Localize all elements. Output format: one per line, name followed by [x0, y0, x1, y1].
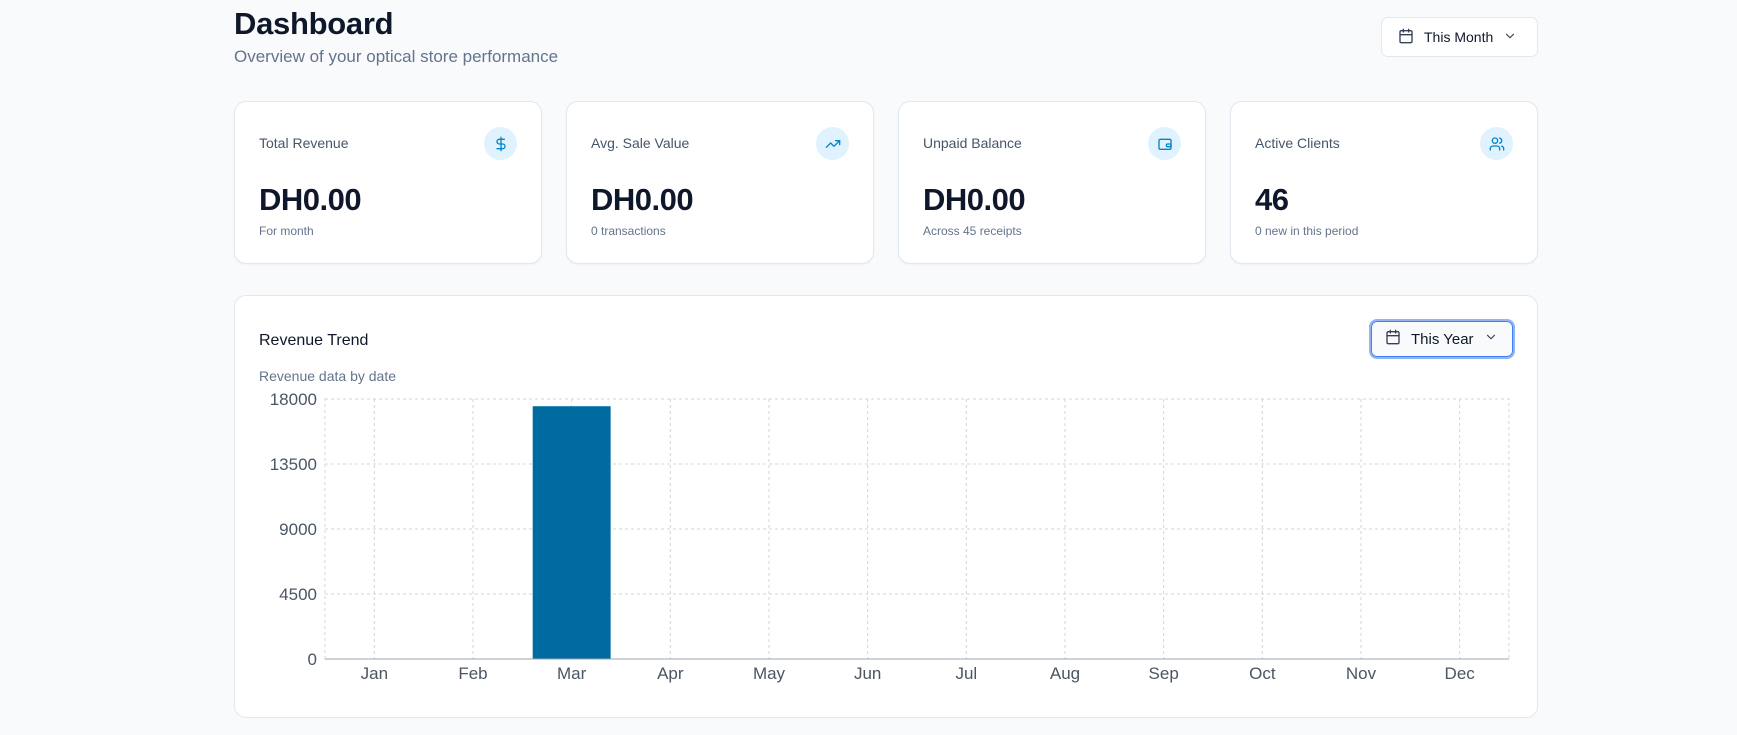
stat-card-note: Across 45 receipts	[923, 224, 1022, 238]
stat-card-value: 46	[1255, 182, 1289, 217]
x-tick-label: Aug	[1050, 664, 1080, 683]
x-tick-label: Oct	[1249, 664, 1276, 683]
users-icon	[1480, 127, 1513, 160]
y-tick-label: 9000	[279, 520, 317, 539]
x-tick-label: May	[753, 664, 786, 683]
chevron-down-icon	[1503, 29, 1517, 46]
x-tick-label: Sep	[1149, 664, 1179, 683]
stat-card-active-clients: Active Clients 46 0 new in this period	[1230, 101, 1538, 264]
x-tick-label: Dec	[1445, 664, 1476, 683]
stat-card-title: Avg. Sale Value	[591, 135, 690, 151]
x-tick-label: Jun	[854, 664, 881, 683]
plot-frame	[324, 398, 1510, 660]
bar-mar	[532, 406, 611, 659]
y-tick-label: 0	[308, 650, 317, 669]
stat-card-note: 0 new in this period	[1255, 224, 1359, 238]
stat-card-value: DH0.00	[591, 182, 694, 217]
stat-card-value: DH0.00	[923, 182, 1026, 217]
x-tick-label: Apr	[657, 664, 684, 683]
stat-card-total-revenue: Total Revenue DH0.00 For month	[234, 101, 542, 264]
stat-card-avg-sale: Avg. Sale Value DH0.00 0 transactions	[566, 101, 874, 264]
revenue-trend-card: Revenue Trend Revenue data by date This …	[234, 295, 1538, 718]
trending-up-icon	[816, 127, 849, 160]
x-tick-label: Jan	[361, 664, 388, 683]
stat-card-title: Unpaid Balance	[923, 135, 1022, 151]
stat-card-title: Total Revenue	[259, 135, 349, 151]
stat-card-value: DH0.00	[259, 182, 362, 217]
stat-card-title: Active Clients	[1255, 135, 1340, 151]
stat-card-unpaid-balance: Unpaid Balance DH0.00 Across 45 receipts	[898, 101, 1206, 264]
y-tick-label: 13500	[270, 455, 317, 474]
x-tick-label: Jul	[955, 664, 977, 683]
y-tick-label: 18000	[270, 390, 317, 409]
wallet-icon	[1148, 127, 1181, 160]
stats-cards: Total Revenue DH0.00 For month Avg. Sale…	[234, 101, 1538, 264]
stat-card-note: 0 transactions	[591, 224, 666, 238]
page-subtitle: Overview of your optical store performan…	[234, 47, 559, 66]
revenue-bar-chart: 0 4500 9000 13500 18000 Jan Feb Mar Apr May Jun Jul…	[270, 390, 1510, 683]
x-tick-label: Nov	[1346, 664, 1377, 683]
dollar-icon	[484, 127, 517, 160]
stat-card-note: For month	[259, 224, 314, 238]
page-title: Dashboard	[234, 6, 394, 41]
period-select-label: This Month	[1424, 29, 1494, 45]
x-tick-label: Mar	[557, 664, 587, 683]
y-tick-label: 4500	[279, 585, 317, 604]
x-tick-label: Feb	[458, 664, 487, 683]
period-select-button[interactable]: This Month	[1381, 17, 1538, 57]
calendar-icon	[1398, 28, 1414, 47]
